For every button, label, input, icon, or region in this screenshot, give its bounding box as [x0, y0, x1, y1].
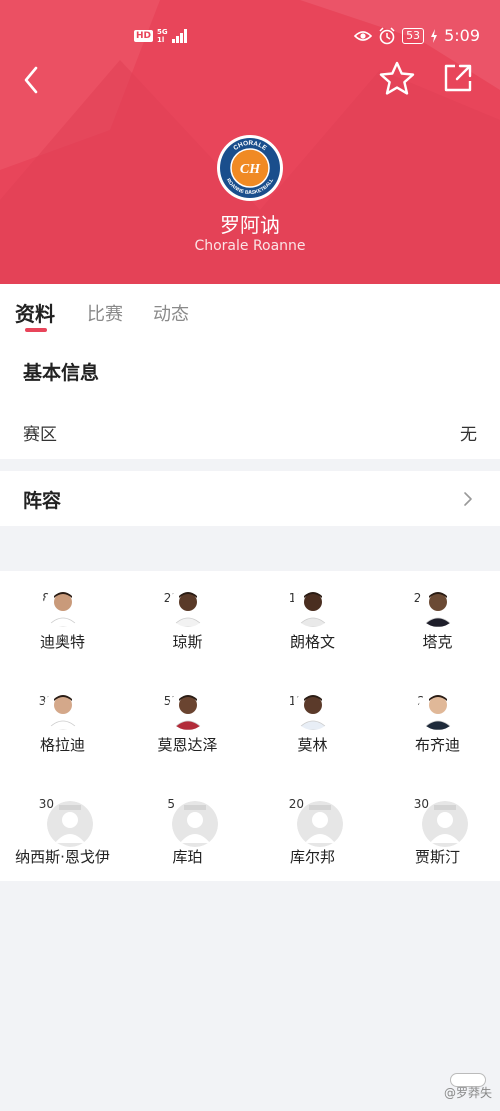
player-avatar	[42, 587, 83, 627]
eye-icon	[354, 30, 373, 41]
watermark: @罗莽失	[443, 1086, 492, 1100]
chevron-left-icon	[24, 66, 38, 94]
battery-indicator: 53	[402, 27, 425, 44]
team-logo: CHORALE ROANNE BASKETBALL CH	[216, 134, 284, 202]
player-name: 琼斯	[172, 633, 203, 651]
team-header: HD 5G 1l 53 5:09 CHORALE ROANNE BASKETBA…	[0, 0, 500, 284]
basic-info-title: 基本信息	[23, 362, 100, 384]
default-avatar-icon	[46, 801, 93, 847]
roster-player[interactable]: 31格拉迪	[0, 674, 125, 774]
signal-icon	[171, 29, 187, 43]
player-name: 布齐迪	[414, 736, 460, 754]
player-avatar	[292, 690, 333, 730]
hd-indicator: HD	[134, 30, 154, 42]
player-avatar	[417, 690, 458, 730]
player-avatar	[292, 587, 333, 627]
active-tab-indicator	[25, 328, 47, 332]
team-name-cn: 罗阿讷	[220, 213, 280, 237]
roster-player[interactable]: 5 库珀	[125, 777, 250, 877]
charging-icon	[431, 28, 438, 43]
tab-matches[interactable]: 比赛	[87, 300, 123, 326]
player-avatar	[167, 690, 208, 730]
player-avatar	[42, 690, 83, 730]
lineup-row[interactable]: 阵容	[0, 471, 500, 526]
player-name: 迪奥特	[39, 633, 85, 651]
roster-grid: 8迪奥特21琼斯10朗格文24塔克 31格拉迪55莫恩达泽12莫林2布齐迪 30纳西…	[0, 571, 500, 881]
status-bar: HD 5G 1l 53 5:09	[0, 26, 500, 50]
player-name: 朗格文	[289, 633, 335, 651]
roster-player[interactable]: 24塔克	[375, 571, 500, 671]
share-icon	[444, 64, 472, 92]
default-avatar-icon	[421, 801, 468, 847]
roster-player[interactable]: 30 纳西斯·恩戈伊	[0, 777, 125, 877]
lineup-title: 阵容	[23, 490, 62, 512]
player-name: 塔克	[422, 633, 453, 651]
player-number: 5	[167, 797, 175, 811]
player-avatar	[167, 587, 208, 627]
roster-player[interactable]: 12莫林	[250, 674, 375, 774]
player-avatar	[417, 587, 458, 627]
default-avatar-icon	[296, 801, 343, 847]
player-name: 格拉迪	[39, 736, 85, 754]
team-name-en: Chorale Roanne	[194, 238, 306, 254]
star-icon	[379, 61, 415, 95]
division-value: 无	[460, 425, 477, 445]
player-name: 莫恩达泽	[157, 736, 218, 754]
favorite-button[interactable]	[378, 60, 416, 98]
chevron-right-icon	[464, 492, 472, 506]
division-label: 赛区	[23, 425, 57, 445]
roster-player[interactable]: 20 库尔邦	[250, 777, 375, 877]
roster-player[interactable]: 55莫恩达泽	[125, 674, 250, 774]
roster-player[interactable]: 30 贾斯汀	[375, 777, 500, 877]
tab-info[interactable]: 资料	[15, 298, 55, 327]
player-name: 莫林	[297, 736, 328, 754]
svg-text:CH: CH	[240, 162, 261, 177]
roster-player[interactable]: 8迪奥特	[0, 571, 125, 671]
default-avatar-icon	[171, 801, 218, 847]
tab-news[interactable]: 动态	[153, 300, 189, 326]
roster-player[interactable]: 2布齐迪	[375, 674, 500, 774]
player-name: 库尔邦	[289, 848, 335, 866]
alarm-icon	[379, 26, 395, 44]
player-name: 贾斯汀	[414, 848, 460, 866]
player-name: 纳西斯·恩戈伊	[15, 848, 110, 866]
clock: 5:09	[444, 26, 480, 45]
basic-info-card: 基本信息 赛区 无	[0, 338, 500, 459]
share-button[interactable]	[440, 60, 476, 96]
back-button[interactable]	[18, 64, 46, 96]
roster-player[interactable]: 21琼斯	[125, 571, 250, 671]
network-indicator: 5G 1l	[157, 28, 168, 44]
roster-player[interactable]: 10朗格文	[250, 571, 375, 671]
tab-bar: 资料 比赛 动态	[0, 284, 500, 338]
player-name: 库珀	[172, 848, 203, 866]
